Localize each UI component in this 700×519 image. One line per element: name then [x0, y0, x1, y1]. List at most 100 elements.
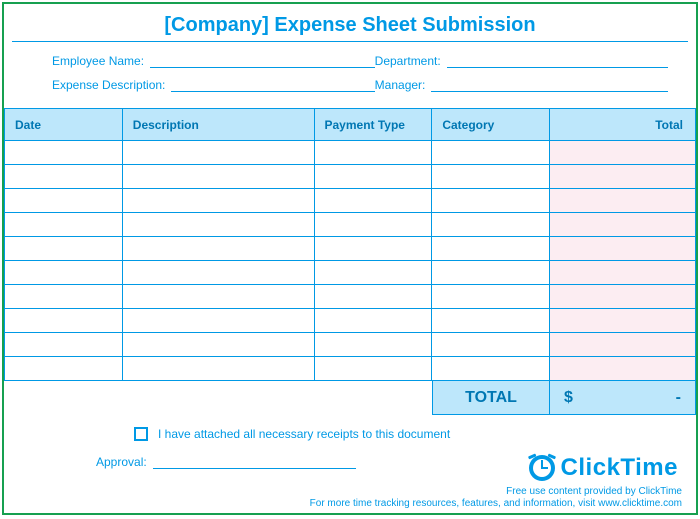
table-row: [5, 285, 696, 309]
cell-total[interactable]: [550, 309, 696, 333]
total-value: $ -: [550, 381, 696, 415]
table-row: [5, 333, 696, 357]
currency-symbol: $: [564, 389, 573, 407]
cell-total[interactable]: [550, 189, 696, 213]
employee-name-field: Employee Name:: [52, 54, 375, 68]
cell-category[interactable]: [432, 333, 550, 357]
credit-line-1: Free use content provided by ClickTime: [506, 486, 682, 497]
table-row: [5, 165, 696, 189]
cell-total[interactable]: [550, 165, 696, 189]
cell-description[interactable]: [122, 237, 314, 261]
cell-description[interactable]: [122, 261, 314, 285]
employee-name-input[interactable]: [150, 54, 375, 68]
cell-description[interactable]: [122, 333, 314, 357]
expense-table: Date Description Payment Type Category T…: [4, 108, 696, 381]
cell-total[interactable]: [550, 141, 696, 165]
col-category: Category: [432, 109, 550, 141]
cell-payment_type[interactable]: [314, 237, 432, 261]
cell-total[interactable]: [550, 213, 696, 237]
department-field: Department:: [375, 54, 668, 68]
cell-description[interactable]: [122, 309, 314, 333]
table-row: [5, 141, 696, 165]
cell-description[interactable]: [122, 189, 314, 213]
employee-name-label: Employee Name:: [52, 54, 148, 68]
cell-category[interactable]: [432, 309, 550, 333]
cell-category[interactable]: [432, 285, 550, 309]
table-row: [5, 309, 696, 333]
cell-payment_type[interactable]: [314, 165, 432, 189]
cell-total[interactable]: [550, 261, 696, 285]
cell-total[interactable]: [550, 333, 696, 357]
cell-payment_type[interactable]: [314, 309, 432, 333]
cell-description[interactable]: [122, 141, 314, 165]
cell-total[interactable]: [550, 237, 696, 261]
cell-payment_type[interactable]: [314, 333, 432, 357]
info-row-1: Employee Name: Department:: [52, 54, 668, 68]
cell-date[interactable]: [5, 141, 123, 165]
receipts-checkbox[interactable]: [134, 427, 148, 441]
col-description: Description: [122, 109, 314, 141]
total-label: TOTAL: [432, 381, 550, 415]
cell-category[interactable]: [432, 357, 550, 381]
approval-label: Approval:: [96, 455, 151, 469]
col-payment: Payment Type: [314, 109, 432, 141]
cell-payment_type[interactable]: [314, 213, 432, 237]
col-date: Date: [5, 109, 123, 141]
info-block: Employee Name: Department: Expense Descr…: [4, 48, 696, 108]
brand-text: ClickTime: [561, 454, 678, 482]
expense-sheet: [Company] Expense Sheet Submission Emplo…: [2, 2, 698, 515]
cell-description[interactable]: [122, 285, 314, 309]
table-header-row: Date Description Payment Type Category T…: [5, 109, 696, 141]
expense-desc-field: Expense Description:: [52, 78, 375, 92]
brand-logo: ClickTime: [527, 453, 678, 483]
table-row: [5, 357, 696, 381]
cell-total[interactable]: [550, 357, 696, 381]
page-title: [Company] Expense Sheet Submission: [12, 4, 688, 42]
manager-field: Manager:: [375, 78, 668, 92]
cell-date[interactable]: [5, 333, 123, 357]
cell-date[interactable]: [5, 357, 123, 381]
cell-payment_type[interactable]: [314, 141, 432, 165]
manager-input[interactable]: [431, 78, 668, 92]
table-row: [5, 189, 696, 213]
cell-date[interactable]: [5, 261, 123, 285]
cell-payment_type[interactable]: [314, 357, 432, 381]
col-total: Total: [550, 109, 696, 141]
clock-icon: [527, 453, 557, 483]
cell-category[interactable]: [432, 261, 550, 285]
cell-date[interactable]: [5, 189, 123, 213]
cell-date[interactable]: [5, 237, 123, 261]
approval-input[interactable]: [153, 455, 356, 469]
table-row: [5, 237, 696, 261]
cell-payment_type[interactable]: [314, 189, 432, 213]
attachment-row: I have attached all necessary receipts t…: [134, 427, 696, 441]
credit-line-2: For more time tracking resources, featur…: [310, 498, 682, 509]
cell-total[interactable]: [550, 285, 696, 309]
receipts-text: I have attached all necessary receipts t…: [158, 427, 450, 441]
cell-category[interactable]: [432, 189, 550, 213]
expense-desc-input[interactable]: [171, 78, 374, 92]
approval-row: Approval:: [96, 455, 356, 469]
cell-description[interactable]: [122, 357, 314, 381]
cell-date[interactable]: [5, 165, 123, 189]
cell-category[interactable]: [432, 165, 550, 189]
table-row: [5, 213, 696, 237]
cell-payment_type[interactable]: [314, 285, 432, 309]
cell-category[interactable]: [432, 237, 550, 261]
cell-category[interactable]: [432, 141, 550, 165]
cell-date[interactable]: [5, 213, 123, 237]
manager-label: Manager:: [375, 78, 430, 92]
expense-desc-label: Expense Description:: [52, 78, 169, 92]
total-row: TOTAL $ -: [4, 381, 696, 415]
cell-date[interactable]: [5, 285, 123, 309]
table-row: [5, 261, 696, 285]
cell-date[interactable]: [5, 309, 123, 333]
cell-description[interactable]: [122, 165, 314, 189]
cell-category[interactable]: [432, 213, 550, 237]
footer-blank: [4, 381, 432, 415]
cell-payment_type[interactable]: [314, 261, 432, 285]
department-input[interactable]: [447, 54, 668, 68]
department-label: Department:: [375, 54, 445, 68]
cell-description[interactable]: [122, 213, 314, 237]
info-row-2: Expense Description: Manager:: [52, 78, 668, 92]
